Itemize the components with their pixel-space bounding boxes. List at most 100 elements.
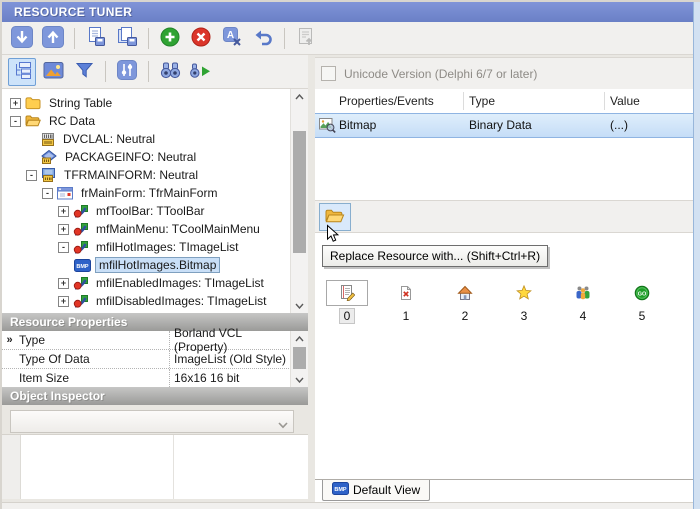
property-row[interactable]: » Type Borland VCL (Property) bbox=[2, 326, 291, 354]
home-icon[interactable] bbox=[444, 280, 486, 306]
add-resource-button[interactable] bbox=[156, 24, 184, 52]
delete-doc-icon[interactable] bbox=[385, 280, 427, 306]
tree-view-icon bbox=[12, 61, 33, 83]
tree-item-label[interactable]: frMainForm: TfrMainForm bbox=[77, 185, 221, 201]
tree-item-rc-data[interactable]: - RC Data bbox=[2, 112, 308, 130]
tree-view-button[interactable] bbox=[8, 57, 36, 86]
bmp-icon: BMP bbox=[74, 258, 91, 272]
find-button[interactable] bbox=[156, 58, 184, 86]
tree-item-label[interactable]: mfilDisabledImages: TImageList bbox=[92, 293, 271, 309]
expand-icon[interactable]: + bbox=[58, 205, 69, 217]
tree-item-frmainform[interactable]: - frMainForm: TfrMainForm bbox=[2, 184, 308, 202]
image-index: 4 bbox=[579, 309, 587, 323]
image-view-button[interactable] bbox=[39, 58, 67, 86]
image-item-3[interactable]: 3 bbox=[502, 280, 546, 324]
collapse-icon[interactable]: - bbox=[10, 115, 21, 127]
move-up-button[interactable] bbox=[39, 24, 67, 52]
find-next-button[interactable] bbox=[187, 58, 215, 86]
tree-item-label[interactable]: TFRMAINFORM: Neutral bbox=[60, 167, 202, 183]
tree-item-label[interactable]: mfilEnabledImages: TImageList bbox=[92, 275, 268, 291]
star-icon[interactable] bbox=[503, 280, 545, 306]
property-row[interactable]: Type Of Data ImageList (Old Style) bbox=[2, 350, 291, 369]
image-item-0[interactable]: 0 bbox=[325, 280, 369, 324]
properties-scrollbar[interactable] bbox=[290, 331, 308, 387]
export-all-button[interactable] bbox=[113, 24, 141, 52]
scroll-down-icon[interactable] bbox=[291, 372, 308, 387]
bmp-icon: BMP bbox=[332, 482, 349, 498]
tree-item-label[interactable]: String Table bbox=[45, 95, 116, 111]
column-header[interactable]: Properties/Events bbox=[339, 94, 434, 108]
tab-default-view[interactable]: BMP Default View bbox=[322, 480, 431, 501]
expand-icon[interactable]: + bbox=[58, 223, 69, 235]
tree-item-label[interactable]: mfilHotImages: TImageList bbox=[92, 239, 243, 255]
go-icon[interactable]: GO bbox=[621, 280, 663, 306]
filter-button[interactable] bbox=[70, 58, 98, 86]
resource-properties-panel: Resource Properties » Type Borland VCL (… bbox=[2, 313, 308, 388]
property-row[interactable]: Item Size 16x16 16 bit bbox=[2, 369, 291, 388]
image-item-5[interactable]: GO 5 bbox=[620, 280, 664, 324]
collapse-icon[interactable]: - bbox=[58, 241, 69, 253]
tree-item-dvclal[interactable]: DVCLAL: Neutral bbox=[2, 130, 308, 148]
window-right-edge bbox=[693, 2, 700, 509]
move-down-button[interactable] bbox=[8, 24, 36, 52]
tree-item-mfilenabledimages[interactable]: + mfilEnabledImages: TImageList bbox=[2, 274, 308, 292]
tree-item-label[interactable]: mfMainMenu: TCoolMainMenu bbox=[92, 221, 264, 237]
find-icon bbox=[159, 61, 182, 83]
row-marker: » bbox=[6, 334, 13, 346]
export-resource-button[interactable] bbox=[82, 24, 110, 52]
column-header[interactable]: Type bbox=[469, 94, 495, 108]
scrollbar-thumb[interactable] bbox=[293, 131, 306, 253]
note-edit-icon[interactable] bbox=[326, 280, 368, 306]
undo-button[interactable] bbox=[249, 24, 277, 52]
resource-tuner-window: RESOURCE TUNER A + String Table - RC Dat… bbox=[0, 0, 700, 509]
options-button[interactable] bbox=[113, 58, 141, 86]
image-item-4[interactable]: 4 bbox=[561, 280, 605, 324]
tree-item-label[interactable]: PACKAGEINFO: Neutral bbox=[61, 149, 200, 165]
rename-resource-button[interactable]: A bbox=[218, 24, 246, 52]
object-selector-combobox[interactable] bbox=[10, 410, 294, 433]
move-down-icon bbox=[10, 25, 34, 52]
import-resources-button[interactable] bbox=[292, 24, 320, 52]
expand-icon[interactable]: + bbox=[10, 97, 21, 109]
unicode-version-checkbox[interactable] bbox=[321, 66, 336, 81]
expand-icon[interactable]: + bbox=[58, 295, 69, 307]
column-header[interactable]: Value bbox=[610, 94, 640, 108]
scroll-up-icon[interactable] bbox=[291, 89, 308, 104]
type-cell: Binary Data bbox=[469, 118, 532, 132]
value-cell: (...) bbox=[610, 118, 628, 132]
tree-item-mfmainmenu[interactable]: + mfMainMenu: TCoolMainMenu bbox=[2, 220, 308, 238]
bitmap-property-row[interactable]: Bitmap Binary Data (...) bbox=[315, 113, 695, 138]
find-next-icon bbox=[189, 61, 213, 83]
tree-item-packageinfo[interactable]: PACKAGEINFO: Neutral bbox=[2, 148, 308, 166]
tree-item-label[interactable]: RC Data bbox=[45, 113, 99, 129]
tree-item-label[interactable]: mfilHotImages.Bitmap bbox=[95, 257, 221, 273]
scrollbar-thumb[interactable] bbox=[293, 347, 306, 369]
tree-item-label[interactable]: DVCLAL: Neutral bbox=[59, 131, 159, 147]
replace-resource-tooltip: Replace Resource with... (Shift+Ctrl+R) bbox=[322, 245, 549, 267]
status-strip bbox=[2, 502, 693, 509]
expand-icon[interactable]: + bbox=[58, 277, 69, 289]
tree-item-string-table[interactable]: + String Table bbox=[2, 94, 308, 112]
scroll-down-icon[interactable] bbox=[291, 298, 308, 313]
window-title: RESOURCE TUNER bbox=[14, 5, 133, 19]
tree-item-tfrmainform[interactable]: - TFRMAINFORM: Neutral bbox=[2, 166, 308, 184]
folder-open-icon bbox=[25, 114, 41, 128]
tree-item-mfilhotimages-bitmap[interactable]: BMP mfilHotImages.Bitmap bbox=[2, 256, 308, 274]
collapse-icon[interactable]: - bbox=[26, 169, 37, 181]
toolbar-separator bbox=[105, 61, 106, 82]
tree-item-mftoolbar[interactable]: + mfToolBar: TToolBar bbox=[2, 202, 308, 220]
component-icon bbox=[73, 240, 88, 254]
collapse-icon[interactable]: - bbox=[42, 187, 53, 199]
filter-icon bbox=[75, 61, 94, 82]
property-value: ImageList (Old Style) bbox=[174, 352, 287, 366]
export-all-icon bbox=[115, 25, 139, 52]
users-icon[interactable] bbox=[562, 280, 604, 306]
delete-resource-button[interactable] bbox=[187, 24, 215, 52]
tree-item-mfildisabledimages[interactable]: + mfilDisabledImages: TImageList bbox=[2, 292, 308, 310]
scroll-up-icon[interactable] bbox=[291, 331, 308, 346]
image-item-1[interactable]: 1 bbox=[384, 280, 428, 324]
tree-item-label[interactable]: mfToolBar: TToolBar bbox=[92, 203, 209, 219]
tree-scrollbar[interactable] bbox=[290, 89, 308, 313]
tree-item-mfilhotimages[interactable]: - mfilHotImages: TImageList bbox=[2, 238, 308, 256]
image-item-2[interactable]: 2 bbox=[443, 280, 487, 324]
